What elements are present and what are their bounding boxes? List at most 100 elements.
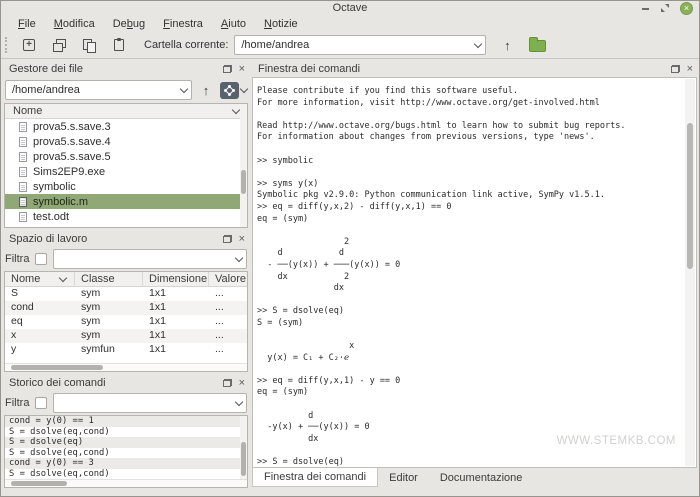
document-icon — [19, 212, 27, 222]
file-row-selected[interactable]: symbolic.m — [5, 194, 247, 209]
workspace-hscrollbar[interactable] — [5, 363, 247, 371]
close-icon[interactable]: × — [239, 234, 245, 245]
filter-combo[interactable] — [53, 249, 247, 269]
filter-combo[interactable] — [53, 393, 247, 413]
menu-file[interactable]: File — [9, 17, 45, 31]
workspace-table-header[interactable]: Nome Classe Dimensione Valore — [5, 272, 247, 287]
maximize-button[interactable] — [660, 3, 670, 13]
filter-checkbox[interactable] — [35, 397, 47, 409]
filter-label: Filtra — [5, 253, 29, 265]
titlebar: Octave × — [1, 1, 699, 15]
copy-button[interactable] — [80, 36, 98, 54]
history-item[interactable]: S = dsolve(eq) — [5, 437, 247, 448]
file-row[interactable]: prova5.s.save.3 — [5, 119, 247, 134]
tab-command-window[interactable]: Finestra dei comandi — [252, 467, 378, 487]
close-button[interactable]: × — [680, 2, 693, 15]
close-icon[interactable]: × — [239, 378, 245, 389]
undock-icon[interactable] — [223, 235, 232, 243]
scrollbar-thumb[interactable] — [11, 481, 67, 486]
current-dir-label: Cartella corrente: — [144, 39, 228, 51]
history-item[interactable]: S = dsolve(eq,cond) — [5, 448, 247, 459]
workspace-row[interactable]: condsym1x1... — [5, 301, 247, 315]
sort-chevron-icon — [232, 105, 240, 113]
bottom-spacer — [252, 487, 697, 496]
path-value: /home/andrea — [12, 84, 181, 96]
path-combo[interactable]: /home/andrea — [5, 80, 192, 100]
new-script-icon: + — [23, 39, 35, 51]
history-item[interactable]: S = dsolve(eq,cond) — [5, 469, 247, 480]
scrollbar-thumb[interactable] — [687, 123, 693, 269]
octave-window: Octave × File Modifica Debug Finestra Ai… — [0, 0, 700, 497]
chevron-down-icon — [180, 84, 188, 92]
undock-icon[interactable] — [223, 65, 232, 73]
workspace-row[interactable]: ysymfun1x1... — [5, 343, 247, 357]
document-icon — [19, 182, 27, 192]
history-title: Storico dei comandi — [9, 377, 223, 389]
dir-up-button[interactable]: ↑ — [498, 36, 516, 54]
file-row[interactable]: prova5.s.save.5 — [5, 149, 247, 164]
file-list: Nome prova5.s.save.3 prova5.s.save.4 pro… — [4, 103, 248, 228]
up-arrow-icon: ↑ — [504, 39, 511, 52]
document-icon — [19, 152, 27, 162]
filter-checkbox[interactable] — [35, 253, 47, 265]
folder-up-button[interactable]: ↑ — [198, 81, 214, 99]
chevron-down-icon — [235, 397, 243, 405]
undock-icon[interactable] — [223, 379, 232, 387]
new-script-button[interactable]: + — [20, 36, 38, 54]
terminal-output[interactable]: Please contribute if you find this softw… — [253, 78, 696, 468]
menu-modifica[interactable]: Modifica — [45, 17, 104, 31]
browse-dir-button[interactable] — [528, 36, 546, 54]
menu-debug[interactable]: Debug — [104, 17, 154, 31]
history-item[interactable]: S = dsolve(eq,cond) — [5, 427, 247, 438]
history-item[interactable]: cond = y(0) == 1 — [5, 416, 247, 427]
sort-chevron-icon — [59, 273, 67, 281]
bottom-tabbar: Finestra dei comandi Editor Documentazio… — [252, 468, 697, 487]
terminal[interactable]: Please contribute if you find this softw… — [252, 77, 697, 468]
history-item[interactable]: cond = y(0) == 3 — [5, 458, 247, 469]
minimize-button[interactable] — [641, 4, 650, 13]
scrollbar-thumb[interactable] — [11, 365, 103, 370]
current-dir-combo[interactable]: /home/andrea — [234, 35, 486, 55]
chevron-down-icon — [474, 39, 482, 47]
filter-label: Filtra — [5, 397, 29, 409]
left-dock-column: Gestore dei file × /home/andrea ↑ — [3, 61, 249, 496]
window-title: Octave — [1, 2, 699, 14]
workspace-row[interactable]: eqsym1x1... — [5, 315, 247, 329]
terminal-scrollbar[interactable] — [685, 79, 695, 466]
tab-documentation[interactable]: Documentazione — [429, 468, 534, 487]
file-row[interactable]: Sims2EP9.exe — [5, 164, 247, 179]
scrollbar-thumb[interactable] — [241, 170, 246, 194]
file-row[interactable]: test.odt — [5, 209, 247, 224]
scrollbar-thumb[interactable] — [241, 442, 246, 476]
file-list-scrollbar[interactable] — [240, 104, 247, 227]
history-scrollbar[interactable] — [240, 416, 247, 479]
document-icon — [19, 197, 27, 207]
paste-button[interactable] — [110, 36, 128, 54]
undock-icon[interactable] — [671, 65, 680, 73]
history-list: cond = y(0) == 1 S = dsolve(eq,cond) S =… — [4, 415, 248, 488]
menu-aiuto[interactable]: Aiuto — [212, 17, 255, 31]
workspace-row[interactable]: xsym1x1... — [5, 329, 247, 343]
menubar: File Modifica Debug Finestra Aiuto Notiz… — [1, 15, 699, 32]
command-window-header: Finestra dei comandi × — [252, 61, 697, 77]
menu-notizie[interactable]: Notizie — [255, 17, 307, 31]
main-toolbar: + Cartella corrente: /home/andrea ↑ — [1, 32, 699, 59]
up-arrow-icon: ↑ — [203, 84, 210, 97]
close-icon[interactable]: × — [239, 64, 245, 75]
actions-menu-button[interactable] — [220, 82, 239, 99]
history-hscrollbar[interactable] — [5, 479, 247, 487]
tab-editor[interactable]: Editor — [378, 468, 429, 487]
file-browser-path-row: /home/andrea ↑ — [3, 77, 249, 103]
close-icon[interactable]: × — [687, 64, 693, 75]
file-list-header[interactable]: Nome — [5, 104, 247, 119]
menu-finestra[interactable]: Finestra — [154, 17, 212, 31]
file-row[interactable]: symbolic — [5, 179, 247, 194]
show-widgets-button[interactable] — [50, 36, 68, 54]
gear-icon — [226, 87, 233, 94]
toolbar-drag-handle[interactable] — [5, 37, 8, 53]
workspace-panel: Spazio di lavoro × Filtra — [3, 231, 249, 372]
document-icon — [19, 137, 27, 147]
document-icon — [19, 122, 27, 132]
workspace-row[interactable]: Ssym1x1... — [5, 287, 247, 301]
file-row[interactable]: prova5.s.save.4 — [5, 134, 247, 149]
